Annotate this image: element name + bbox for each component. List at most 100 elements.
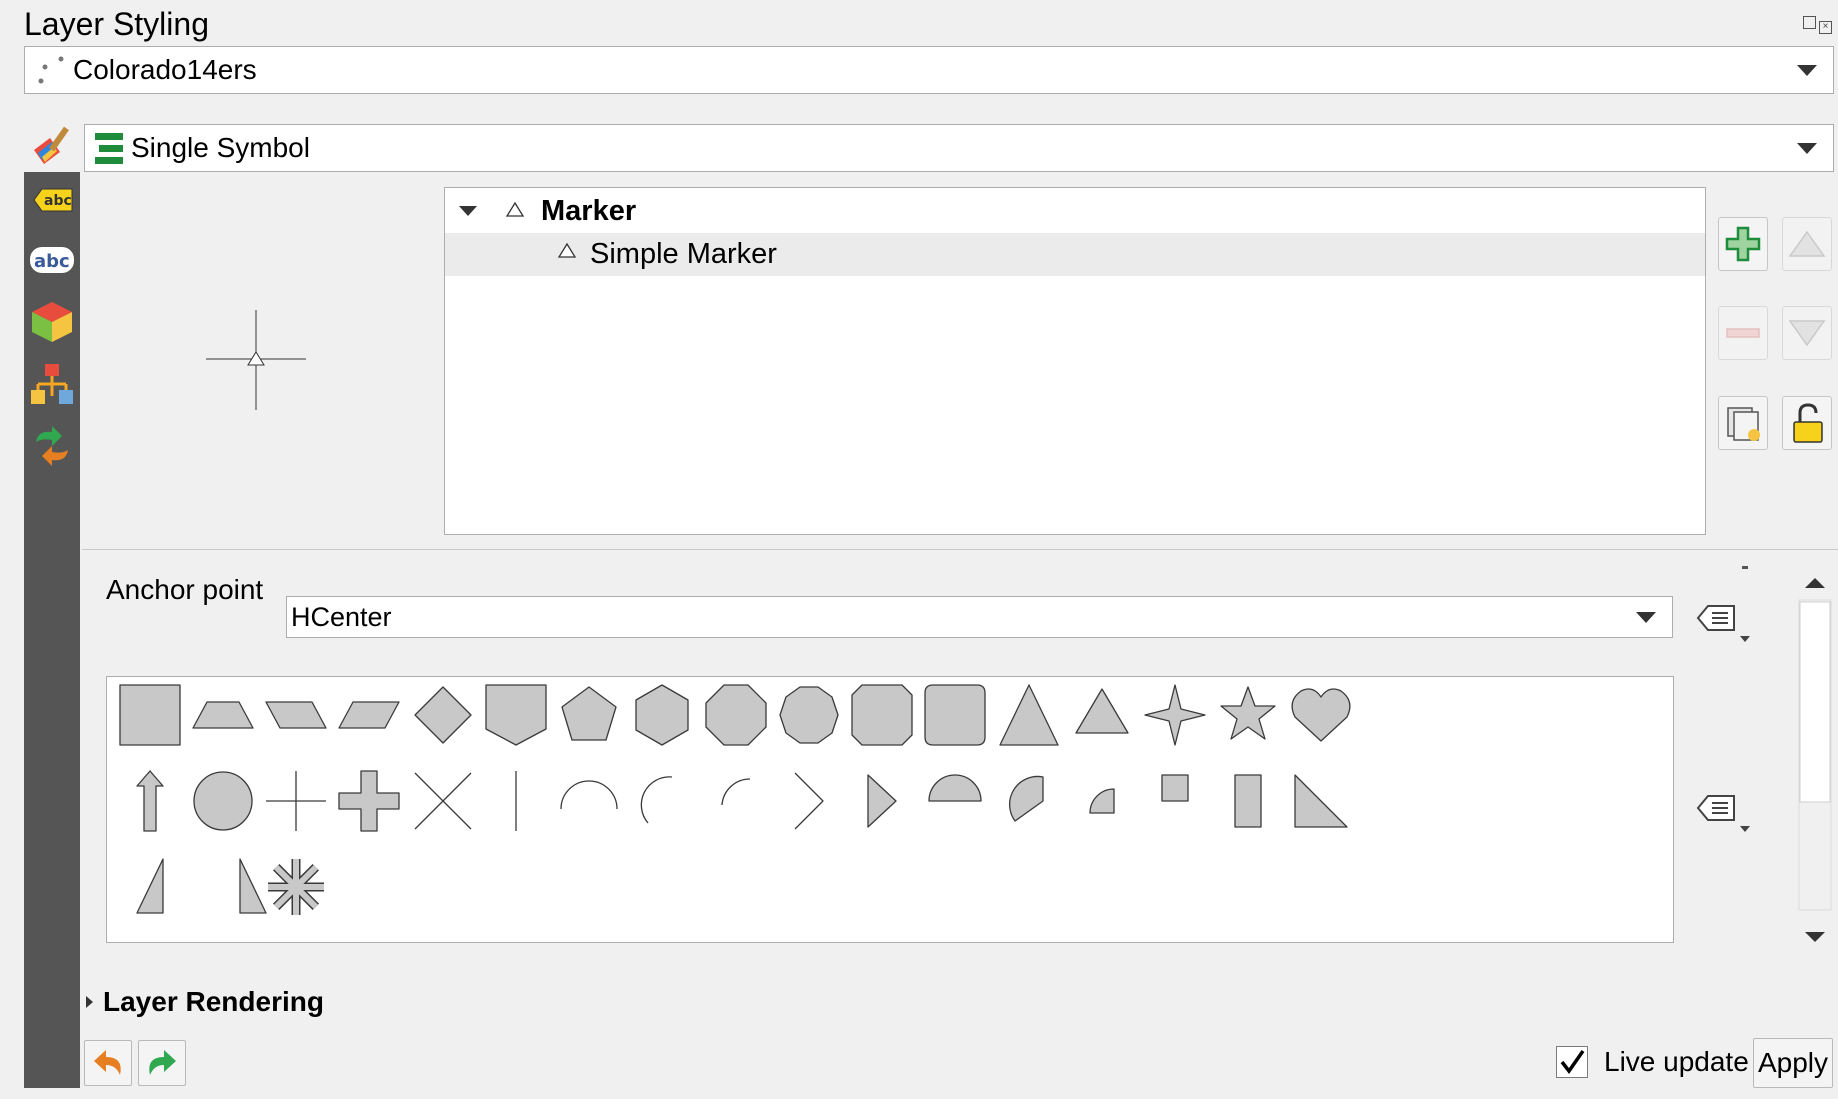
renderer-select-value: Single Symbol (131, 132, 310, 163)
apply-button-label: Apply (1757, 1047, 1829, 1078)
move-down-button[interactable] (1782, 306, 1832, 360)
data-defined-override-icon[interactable] (1694, 596, 1754, 646)
collapse-arrow-icon (86, 996, 93, 1008)
properties-scrollbar[interactable] (1798, 568, 1832, 952)
marker-shape-square-with-corners[interactable] (851, 684, 913, 746)
scrollbar-thumb (1799, 601, 1831, 803)
expand-arrow-icon[interactable] (459, 206, 477, 216)
lock-layer-color-button[interactable] (1782, 396, 1832, 450)
point-layer-icon (35, 53, 71, 89)
marker-shape-parallelogram-right[interactable] (265, 701, 327, 729)
marker-shapes (119, 684, 1351, 915)
chevron-down-icon (1636, 612, 1656, 623)
marker-shape-third-arc[interactable] (640, 776, 673, 824)
marker-shape-third-circle[interactable] (1008, 775, 1044, 822)
marker-shape-heart[interactable] (1291, 688, 1351, 742)
scroll-up-icon (1805, 578, 1825, 588)
marker-shape-cross-fill[interactable] (338, 770, 400, 832)
marker-shape-octagon[interactable] (705, 684, 767, 746)
layer-rendering-expander[interactable]: Layer Rendering (86, 986, 324, 1018)
marker-shape-arrow[interactable] (136, 770, 164, 832)
scroll-down-icon (1805, 932, 1825, 942)
marker-shape-triangle[interactable] (999, 684, 1059, 746)
data-defined-override-icon[interactable] (1694, 786, 1754, 836)
marker-shape-quarter-circle[interactable] (1089, 788, 1115, 814)
move-up-button[interactable] (1782, 217, 1832, 271)
marker-shape-half-circle[interactable] (928, 774, 982, 802)
redo-button[interactable] (138, 1040, 186, 1086)
up-arrow-icon (1788, 230, 1826, 257)
labels-icon[interactable]: abc (28, 176, 76, 224)
layer-rendering-label: Layer Rendering (103, 986, 324, 1017)
float-icon[interactable] (1803, 16, 1816, 29)
marker-shape-four-pointed-star[interactable] (1144, 684, 1206, 746)
marker-shape-grid (106, 676, 1674, 943)
marker-shape-left-half-triangle[interactable] (136, 858, 164, 914)
marker-shape-filled-arrowhead[interactable] (867, 774, 897, 828)
chevron-down-icon (1797, 143, 1817, 154)
close-icon[interactable]: × (1819, 21, 1832, 34)
marker-shape-cross[interactable] (266, 771, 326, 831)
diagrams-icon[interactable] (28, 360, 76, 408)
marker-shape-square[interactable] (119, 684, 181, 746)
marker-shape-circle[interactable] (193, 771, 253, 831)
unlock-icon (1793, 403, 1823, 443)
marker-shape-parallelogram-left[interactable] (338, 701, 400, 729)
down-arrow-icon (1788, 320, 1826, 347)
remove-icon (1726, 328, 1760, 338)
apply-button[interactable]: Apply (1753, 1038, 1833, 1088)
marker-shape-star[interactable] (1220, 686, 1276, 740)
marker-shape-arrowhead[interactable] (794, 772, 824, 830)
marker-shape-diagonal-half-square[interactable] (1234, 774, 1262, 828)
style-tabs-rail: abc abc (24, 172, 80, 1088)
marker-shape-semi-arc[interactable] (560, 780, 618, 810)
tree-item-marker[interactable]: Marker (445, 190, 1705, 233)
redo-icon (149, 1050, 176, 1075)
marker-shape-pentagon[interactable] (561, 686, 617, 741)
check-icon (1560, 1049, 1585, 1074)
undo-button[interactable] (84, 1040, 132, 1086)
masks-icon[interactable]: abc (28, 236, 76, 284)
marker-shape-hexagon[interactable] (635, 684, 689, 746)
tree-item-simple-marker[interactable]: Simple Marker (445, 233, 1705, 276)
layer-select[interactable]: Colorado14ers (24, 46, 1834, 94)
symbol-layer-tree: Marker Simple Marker (444, 187, 1706, 535)
splitter[interactable] (82, 549, 1838, 550)
marker-shape-equilateral-triangle[interactable] (1075, 688, 1129, 734)
live-update-label: Live update (1604, 1046, 1749, 1077)
marker-shape-decagon[interactable] (779, 686, 839, 744)
symbol-preview (200, 306, 310, 412)
3d-view-icon[interactable] (28, 298, 76, 346)
duplicate-symbol-layer-button[interactable] (1718, 396, 1768, 450)
add-symbol-layer-button[interactable] (1718, 217, 1768, 271)
marker-shape-cross2[interactable] (414, 772, 472, 830)
marker-shape-right-half-triangle[interactable] (1294, 774, 1348, 828)
marker-shape-quarter-arc[interactable] (721, 778, 751, 806)
history-icon[interactable] (28, 422, 76, 470)
window-buttons[interactable]: × (1803, 16, 1832, 34)
symbology-icon[interactable] (30, 120, 80, 166)
marker-shape-shield[interactable] (485, 684, 547, 746)
marker-shape-asterisk-fill[interactable] (268, 859, 324, 915)
marker-shape-rounded-square[interactable] (924, 684, 986, 746)
remove-symbol-layer-button[interactable] (1718, 306, 1768, 360)
marker-shape-half-square[interactable] (1161, 774, 1189, 802)
svg-text:abc: abc (44, 193, 72, 209)
single-symbol-icon (93, 131, 125, 167)
anchor-point-label: Anchor point (106, 574, 264, 605)
marker-shape-half-triangle[interactable] (239, 858, 267, 914)
tree-item-label: Marker (541, 195, 637, 227)
marker-shape-trapezoid[interactable] (192, 701, 254, 729)
renderer-select[interactable]: Single Symbol (84, 124, 1834, 172)
simple-marker-icon (557, 241, 577, 266)
live-update-checkbox[interactable] (1556, 1046, 1588, 1078)
anchor-point-value: HCenter (291, 601, 392, 632)
anchor-point-select[interactable]: HCenter (286, 596, 1673, 638)
marker-shape-diamond[interactable] (414, 686, 472, 744)
panel-title: Layer Styling (24, 6, 209, 42)
add-icon (1725, 226, 1761, 262)
layer-select-value: Colorado14ers (73, 54, 257, 85)
marker-symbol-icon (505, 200, 525, 225)
chevron-down-icon (1797, 65, 1817, 76)
small-indicator (1742, 566, 1748, 569)
